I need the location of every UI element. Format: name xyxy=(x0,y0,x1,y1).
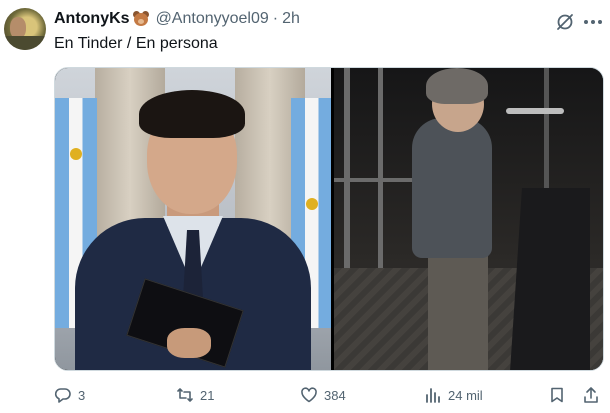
avatar-shirt xyxy=(4,36,46,50)
bear-face-icon xyxy=(132,11,150,27)
flag-sun-icon xyxy=(70,148,82,160)
grok-icon[interactable] xyxy=(555,12,575,32)
heart-icon xyxy=(301,387,317,403)
reply-count: 3 xyxy=(78,387,86,403)
formal-portrait-photo[interactable] xyxy=(55,68,331,370)
retweet-count: 21 xyxy=(200,387,215,403)
stage-truss xyxy=(334,178,424,182)
views-icon xyxy=(426,388,440,403)
separator-dot: · xyxy=(272,10,279,27)
tweet-text: En Tinder / En persona xyxy=(54,35,218,52)
reply-icon xyxy=(54,388,71,403)
stage-truss xyxy=(344,68,350,268)
stage-truss xyxy=(378,68,383,268)
retweet-button[interactable]: 21 xyxy=(176,383,214,407)
tweet-header: AntonyKs @Antonyyoel09 · 2h xyxy=(54,8,300,30)
trousers xyxy=(428,246,488,370)
stage-podium-photo[interactable] xyxy=(334,68,603,370)
microphone xyxy=(506,108,564,114)
like-count: 384 xyxy=(324,387,346,403)
hair xyxy=(426,68,488,104)
more-icon[interactable] xyxy=(583,19,603,25)
share-icon xyxy=(584,387,598,403)
author-name[interactable]: AntonyKs xyxy=(54,10,130,28)
share-button[interactable] xyxy=(582,383,600,407)
stage-truss xyxy=(544,68,549,208)
flag-sun-icon xyxy=(306,198,318,210)
tweet-media[interactable] xyxy=(54,67,604,371)
views-count: 24 mil xyxy=(448,387,483,403)
hand xyxy=(167,328,211,358)
podium xyxy=(510,188,590,370)
bookmark-button[interactable] xyxy=(548,383,566,407)
reply-button[interactable]: 3 xyxy=(54,383,85,407)
retweet-icon xyxy=(177,388,193,402)
hair xyxy=(139,90,245,138)
views-button[interactable]: 24 mil xyxy=(424,383,483,407)
avatar[interactable] xyxy=(4,8,46,50)
bookmark-icon xyxy=(551,387,563,403)
author-handle[interactable]: @Antonyyoel09 xyxy=(156,10,269,28)
leather-jacket xyxy=(412,118,492,258)
like-button[interactable]: 384 xyxy=(300,383,346,407)
tweet-time[interactable]: 2h xyxy=(282,10,300,28)
tweet-actions: 3 21 384 24 mil xyxy=(54,383,604,407)
